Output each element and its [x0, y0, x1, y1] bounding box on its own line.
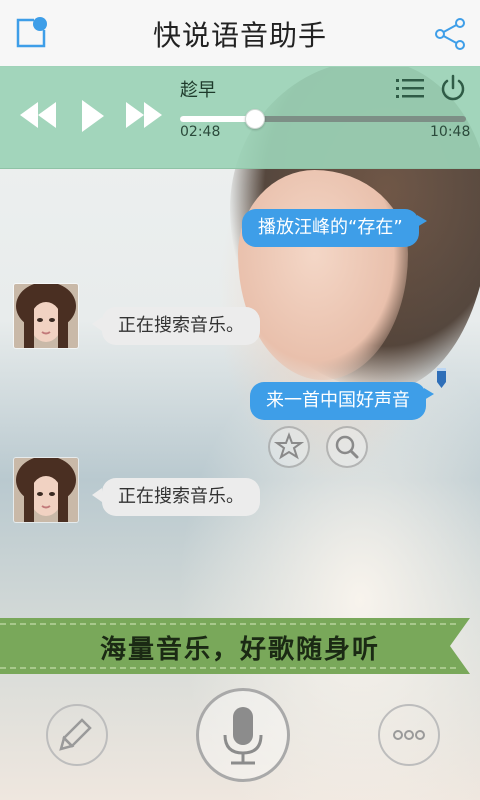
total-time: 10:48 [430, 124, 471, 140]
favorite-button[interactable] [268, 426, 310, 468]
search-button[interactable] [326, 426, 368, 468]
music-player-panel: 趁早 02:48 10:48 [0, 66, 480, 169]
power-icon[interactable] [440, 74, 466, 102]
progress-fill [180, 116, 255, 122]
assistant-message-bubble: 正在搜索音乐。 [92, 478, 260, 516]
progress-thumb[interactable] [245, 109, 266, 129]
pencil-icon[interactable] [432, 366, 450, 390]
previous-icon[interactable] [18, 98, 58, 132]
playlist-icon[interactable] [396, 78, 424, 100]
app-title: 快说语音助手 [152, 19, 327, 52]
more-button[interactable] [378, 704, 440, 766]
assistant-avatar [14, 284, 78, 348]
text-input-button[interactable] [46, 704, 108, 766]
play-icon[interactable] [80, 98, 106, 134]
promo-banner: 海量音乐，好歌随身听 [0, 616, 480, 676]
progress-bar[interactable] [180, 109, 466, 129]
user-message-bubble: 来一首中国好声音 [250, 382, 434, 420]
next-icon[interactable] [124, 98, 164, 132]
assistant-message-bubble: 正在搜索音乐。 [92, 307, 260, 345]
share-icon[interactable] [432, 18, 468, 50]
more-icon [393, 730, 425, 740]
star-icon [273, 432, 305, 460]
assistant-avatar [14, 458, 78, 522]
user-message-bubble: 播放汪峰的“存在” [242, 209, 427, 247]
song-title: 趁早 [180, 80, 216, 101]
current-time: 02:48 [180, 124, 221, 140]
top-bar: 快说语音助手 [0, 0, 480, 67]
pen-icon [59, 718, 92, 751]
microphone-icon [223, 707, 263, 765]
banner-text: 海量音乐，好歌随身听 [99, 635, 380, 665]
voice-input-button[interactable] [196, 688, 290, 782]
